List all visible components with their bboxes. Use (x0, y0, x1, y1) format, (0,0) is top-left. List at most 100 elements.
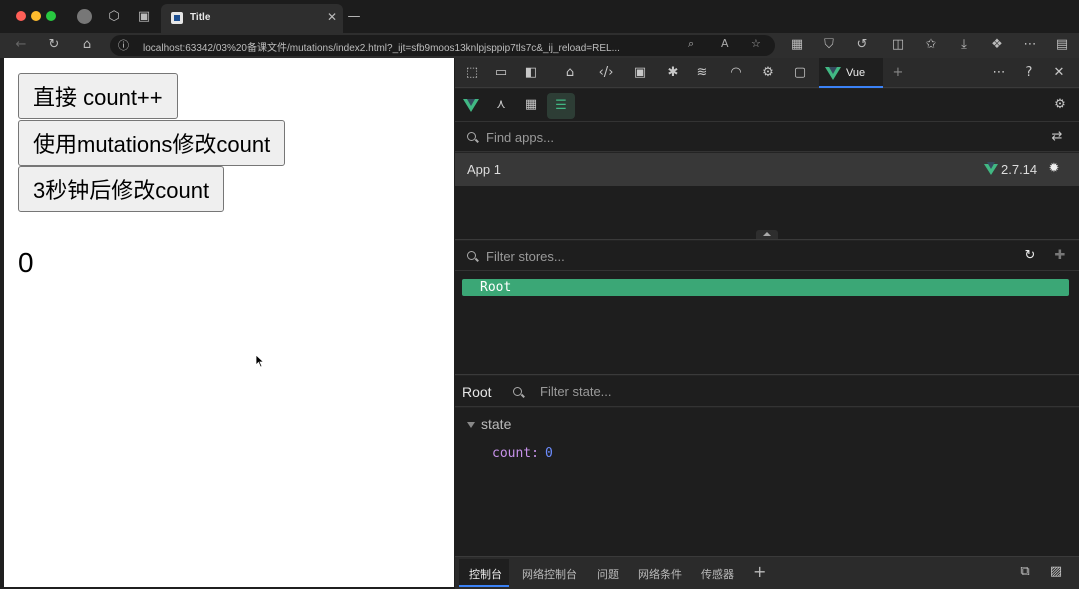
drawer-tab-console[interactable]: 控制台 (469, 566, 502, 582)
home-icon[interactable]: ⌂ (78, 36, 96, 54)
split-screen-icon[interactable]: ◫ (889, 36, 907, 54)
more-menu-icon[interactable]: ⋯ (1021, 36, 1039, 54)
extension-icon[interactable]: ▦ (788, 36, 806, 54)
back-arrow-icon[interactable]: ← (12, 36, 30, 54)
performance-gauge-icon[interactable]: ◠ (727, 64, 745, 82)
screenshot-icon[interactable]: ▨ (1047, 563, 1065, 581)
copilot-icon[interactable]: ❖ (988, 36, 1006, 54)
app-name: App 1 (467, 162, 501, 177)
store-list-icon: ☰ (555, 98, 567, 113)
page-content: 直接 count++ 使用mutations修改count 3秒钟后修改coun… (4, 58, 454, 587)
dock-side-icon[interactable]: ◧ (522, 64, 540, 82)
tab-actions-icon[interactable]: ▣ (135, 8, 153, 26)
shield-icon[interactable]: ⛉ (820, 36, 838, 54)
favorites-icon[interactable]: ✩ (922, 36, 940, 54)
mutation-increment-button[interactable]: 使用mutations修改count (18, 120, 286, 166)
browser-title-bar: ⬡ ▣ Title ✕ — (0, 0, 1079, 33)
application-icon[interactable]: ▢ (791, 64, 809, 82)
collapse-caret-icon[interactable] (467, 422, 475, 428)
find-apps-bar[interactable]: Find apps... ⇄ (455, 122, 1079, 152)
memory-chip-icon[interactable]: ⚙ (759, 64, 777, 82)
browser-nav-bar: ← ↻ ⌂ ⓘ localhost:63342/03%20备课文件/mutati… (0, 33, 1079, 58)
minimize-window-button[interactable] (31, 11, 41, 21)
more-tools-plus-icon[interactable]: + (889, 64, 907, 82)
app-list-area (455, 186, 1079, 240)
filter-stores-input[interactable]: Filter stores... (486, 249, 565, 264)
state-key-count: count: (492, 446, 539, 461)
network-wifi-icon[interactable]: ≋ (693, 64, 711, 82)
delayed-increment-button[interactable]: 3秒钟后修改count (18, 166, 225, 212)
store-item-label: Root (480, 280, 512, 295)
stores-list: Root (455, 271, 1079, 375)
vue-home-logo-icon[interactable] (463, 99, 479, 112)
collapse-handle-icon[interactable] (756, 230, 778, 239)
app-settings-icon[interactable]: ✹ (1045, 160, 1063, 178)
device-emulation-icon[interactable]: ▭ (492, 64, 510, 82)
vue-logo-icon (825, 67, 841, 80)
devtools-panel: ⬚ ▭ ◧ ⌂ ‹/› ▣ ✱ ≋ ◠ ⚙ ▢ Vue + ⋯ ? ✕ ⋏ ▦ … (455, 58, 1079, 589)
close-window-button[interactable] (16, 11, 26, 21)
store-item-root[interactable]: Root (462, 279, 1069, 296)
address-text: localhost:63342/03%20备课文件/mutations/inde… (143, 43, 620, 54)
vuex-store-tab[interactable]: ☰ (547, 93, 575, 119)
elements-icon[interactable]: ‹/› (597, 64, 615, 82)
drawer-tab-issues[interactable]: 问题 (597, 566, 619, 582)
help-icon[interactable]: ? (1020, 64, 1038, 82)
state-header: Root Filter state... (455, 376, 1079, 407)
state-header-title: Root (462, 384, 492, 400)
devtools-toolbar: ⬚ ▭ ◧ ⌂ ‹/› ▣ ✱ ≋ ◠ ⚙ ▢ Vue + ⋯ ? ✕ (455, 58, 1079, 88)
zoom-icon[interactable]: ⌕ (688, 37, 694, 51)
refresh-extension-icon[interactable]: ↺ (853, 36, 871, 54)
reload-icon[interactable]: ↻ (45, 36, 63, 54)
tab-close-icon[interactable]: ✕ (327, 10, 337, 24)
count-display: 0 (18, 247, 34, 278)
profile-avatar-icon[interactable] (75, 8, 93, 26)
vue-tab-label: Vue (846, 67, 866, 79)
direct-increment-button[interactable]: 直接 count++ (18, 73, 178, 119)
site-info-icon[interactable]: ⓘ (118, 37, 129, 53)
browser-tab[interactable]: Title ✕ (161, 4, 343, 33)
inspect-element-icon[interactable]: ⬚ (463, 64, 481, 82)
search-icon (467, 251, 476, 260)
plugin-puzzle-icon[interactable]: ✚ (1051, 247, 1069, 265)
console-icon[interactable]: ▣ (631, 64, 649, 82)
address-bar[interactable]: ⓘ localhost:63342/03%20备课文件/mutations/in… (110, 35, 775, 56)
vue-version: 2.7.14 (1001, 162, 1038, 177)
tab-vue-devtools[interactable]: Vue (819, 58, 883, 88)
workspaces-icon[interactable]: ⬡ (105, 8, 123, 26)
drawer-tab-network-conditions[interactable]: 网络条件 (638, 566, 682, 582)
downloads-icon[interactable]: ⤓ (955, 36, 973, 54)
drawer-tab-network-console[interactable]: 网络控制台 (522, 566, 577, 582)
filter-state-input[interactable]: Filter state... (540, 384, 612, 399)
read-aloud-icon[interactable]: A (721, 37, 729, 50)
timeline-icon[interactable]: ▦ (522, 96, 540, 114)
state-value-count[interactable]: 0 (545, 446, 553, 461)
vue-version-logo-icon (984, 162, 998, 175)
welcome-home-icon[interactable]: ⌂ (561, 64, 579, 82)
favorite-star-icon[interactable]: ☆ (751, 37, 761, 50)
devtools-drawer-tabs: 控制台 网络控制台 问题 网络条件 传感器 + ⧉ ▨ (455, 556, 1079, 589)
tab-favicon-icon (171, 12, 183, 24)
filter-stores-bar[interactable]: Filter stores... ↻ ✚ (455, 241, 1079, 271)
sidebar-toggle-icon[interactable]: ▤ (1053, 36, 1071, 54)
vue-devtools-nav: ⋏ ▦ ☰ ⚙ (455, 89, 1079, 122)
refresh-apps-icon[interactable]: ⇄ (1048, 128, 1066, 146)
drawer-tab-sensors[interactable]: 传感器 (701, 566, 734, 582)
tab-title: Title (190, 12, 211, 23)
sources-bug-icon[interactable]: ✱ (664, 64, 682, 82)
state-inspector: state count: 0 (455, 408, 1079, 556)
refresh-stores-icon[interactable]: ↻ (1021, 247, 1039, 265)
search-icon (467, 132, 476, 141)
undock-drawer-icon[interactable]: ⧉ (1016, 563, 1034, 581)
close-devtools-icon[interactable]: ✕ (1050, 64, 1068, 82)
maximize-window-button[interactable] (46, 11, 56, 21)
state-section-label[interactable]: state (481, 416, 511, 432)
mouse-cursor-icon (255, 354, 265, 368)
devtools-more-icon[interactable]: ⋯ (990, 64, 1008, 82)
components-tree-icon[interactable]: ⋏ (492, 96, 510, 114)
new-tab-button[interactable]: — (345, 8, 363, 26)
find-apps-input[interactable]: Find apps... (486, 130, 554, 145)
drawer-add-tab-icon[interactable]: + (753, 562, 766, 581)
vue-settings-gear-icon[interactable]: ⚙ (1051, 96, 1069, 114)
app-list-item[interactable]: App 1 2.7.14 ✹ (455, 153, 1079, 186)
